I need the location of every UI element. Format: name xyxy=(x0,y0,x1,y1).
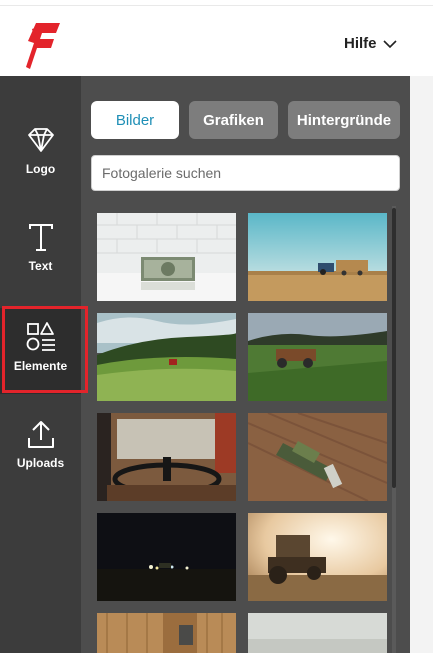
photo-search-input[interactable] xyxy=(91,155,400,191)
content-panel: Bilder Grafiken Hintergründe xyxy=(81,76,410,653)
photo-image xyxy=(248,413,387,501)
tab-backgrounds[interactable]: Hintergründe xyxy=(288,101,400,139)
photo-image xyxy=(97,413,236,501)
tab-bar: Bilder Grafiken Hintergründe xyxy=(91,101,400,139)
tab-graphics[interactable]: Grafiken xyxy=(189,101,278,139)
sidebar-item-label: Text xyxy=(28,259,53,273)
diamond-icon xyxy=(27,128,54,152)
photo-dollar-bill[interactable] xyxy=(97,213,236,301)
photo-green-hill[interactable] xyxy=(97,313,236,401)
photo-image xyxy=(248,513,387,601)
header: Hilfe xyxy=(0,7,410,76)
photo-foggy-field[interactable] xyxy=(248,613,387,653)
photo-old-tractor-meadow[interactable] xyxy=(248,313,387,401)
photo-image xyxy=(248,213,387,301)
photo-hay-trailer[interactable] xyxy=(248,213,387,301)
sidebar-item-label: Uploads xyxy=(16,456,65,470)
tab-images[interactable]: Bilder xyxy=(91,101,179,139)
shapes-icon xyxy=(26,322,55,351)
sidebar-item-label: Logo xyxy=(25,162,56,176)
photo-dusty-sunset-tractor[interactable] xyxy=(248,513,387,601)
photo-image xyxy=(97,313,236,401)
photo-combine-aerial[interactable] xyxy=(248,413,387,501)
upload-icon xyxy=(27,421,54,448)
sidebar-item-elements[interactable]: Elemente xyxy=(0,308,81,394)
sidebar-item-logo[interactable]: Logo xyxy=(0,124,81,214)
sidebar: Logo Text Elemente Uploads xyxy=(0,76,81,653)
sidebar-item-uploads[interactable]: Uploads xyxy=(0,418,81,508)
text-t-icon xyxy=(28,224,53,251)
sidebar-item-label: Elemente xyxy=(13,359,68,373)
right-gutter xyxy=(410,76,433,653)
sidebar-item-text[interactable]: Text xyxy=(0,221,81,311)
chevron-down-icon xyxy=(382,39,397,48)
photo-image xyxy=(97,213,236,301)
photo-tractor-cab[interactable] xyxy=(97,413,236,501)
photo-image xyxy=(248,613,387,653)
help-menu[interactable]: Hilfe xyxy=(344,35,397,52)
photo-image xyxy=(97,513,236,601)
photo-image xyxy=(248,313,387,401)
photo-image xyxy=(97,613,236,653)
top-strip xyxy=(0,0,433,6)
scrollbar-thumb[interactable] xyxy=(392,208,396,488)
brand-logo[interactable] xyxy=(24,17,64,71)
photo-harvester-strip[interactable] xyxy=(97,613,236,653)
help-label: Hilfe xyxy=(344,35,377,52)
photo-night-field[interactable] xyxy=(97,513,236,601)
